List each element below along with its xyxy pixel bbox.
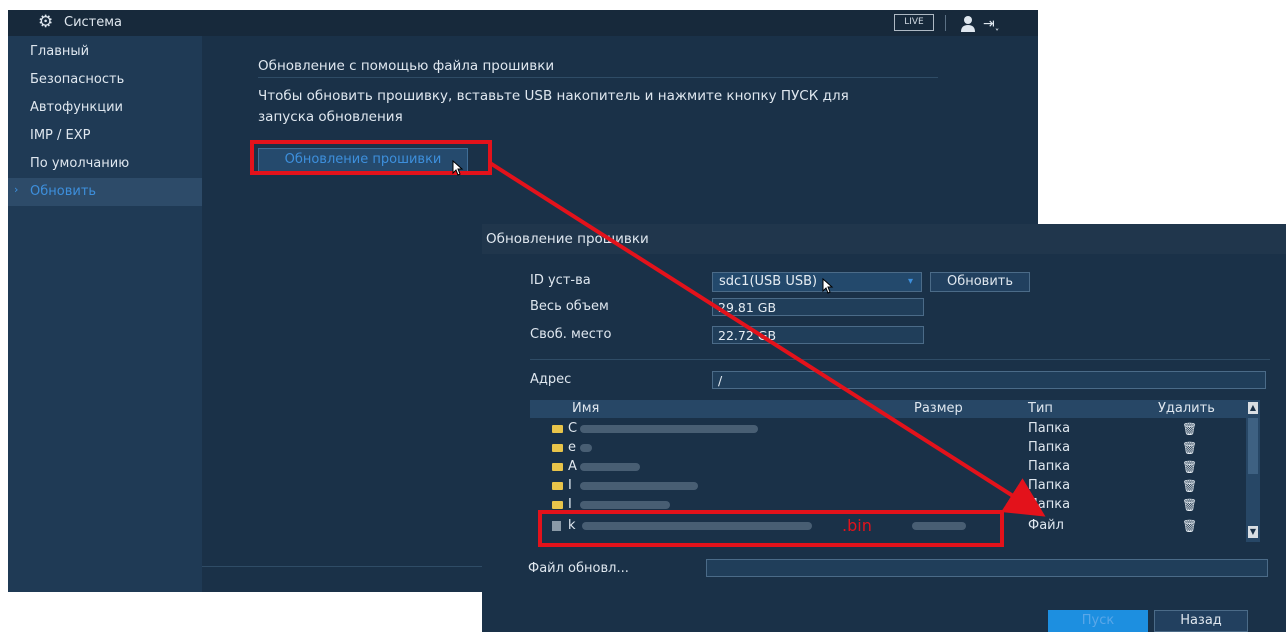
arrow-line xyxy=(488,161,1046,517)
cursor-icon xyxy=(452,160,464,176)
annotation-arrow xyxy=(488,161,1046,517)
cursor-icon xyxy=(822,278,834,294)
